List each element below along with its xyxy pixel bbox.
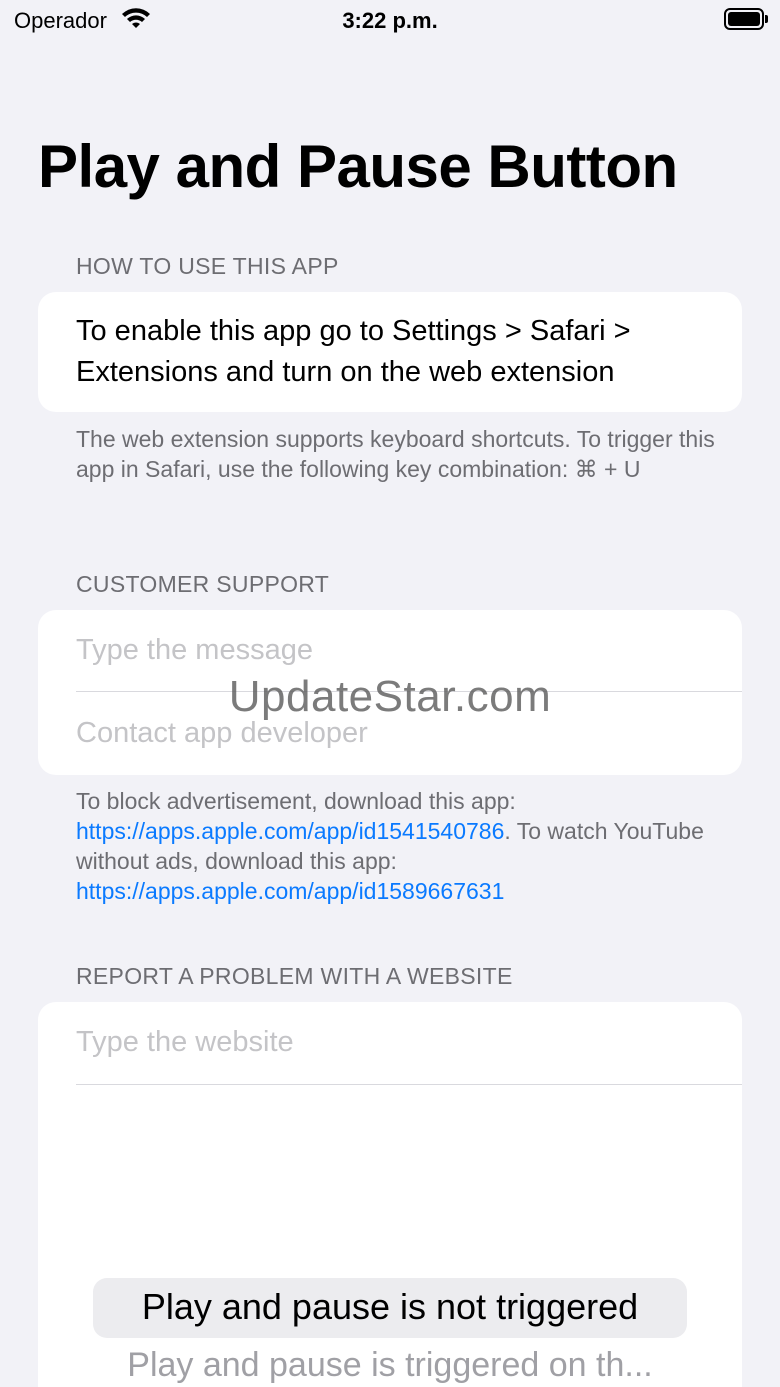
support-footer-text-1: To block advertisement, download this ap…	[76, 788, 516, 814]
message-placeholder: Type the message	[76, 634, 313, 666]
message-input[interactable]: Type the message	[76, 634, 742, 667]
website-input[interactable]: Type the website	[76, 1026, 742, 1059]
support-header: CUSTOMER SUPPORT	[76, 571, 330, 597]
status-bar: Operador 3:22 p.m.	[0, 0, 780, 42]
support-footer: To block advertisement, download this ap…	[76, 786, 716, 906]
watermark: UpdateStar.com	[228, 672, 552, 721]
youtube-app-link[interactable]: https://apps.apple.com/app/id1589667631	[76, 878, 504, 904]
shortcut-footer: The web extension supports keyboard shor…	[76, 426, 715, 482]
page-title: Play and Pause Button	[38, 133, 678, 200]
website-placeholder: Type the website	[76, 1026, 294, 1058]
battery-icon	[724, 8, 768, 30]
picker-option-selected[interactable]: Play and pause is not triggered	[60, 1286, 720, 1328]
separator	[76, 1084, 742, 1085]
picker-option[interactable]: Play and pause is triggered on th...	[60, 1346, 720, 1385]
how-to-header: HOW TO USE THIS APP	[76, 253, 339, 279]
adblock-app-link[interactable]: https://apps.apple.com/app/id1541540786	[76, 818, 504, 844]
how-to-card: To enable this app go to Settings > Safa…	[38, 292, 742, 412]
clock: 3:22 p.m.	[342, 8, 438, 33]
instructions-text: To enable this app go to Settings > Safa…	[76, 315, 631, 388]
report-header: REPORT A PROBLEM WITH A WEBSITE	[76, 963, 513, 989]
